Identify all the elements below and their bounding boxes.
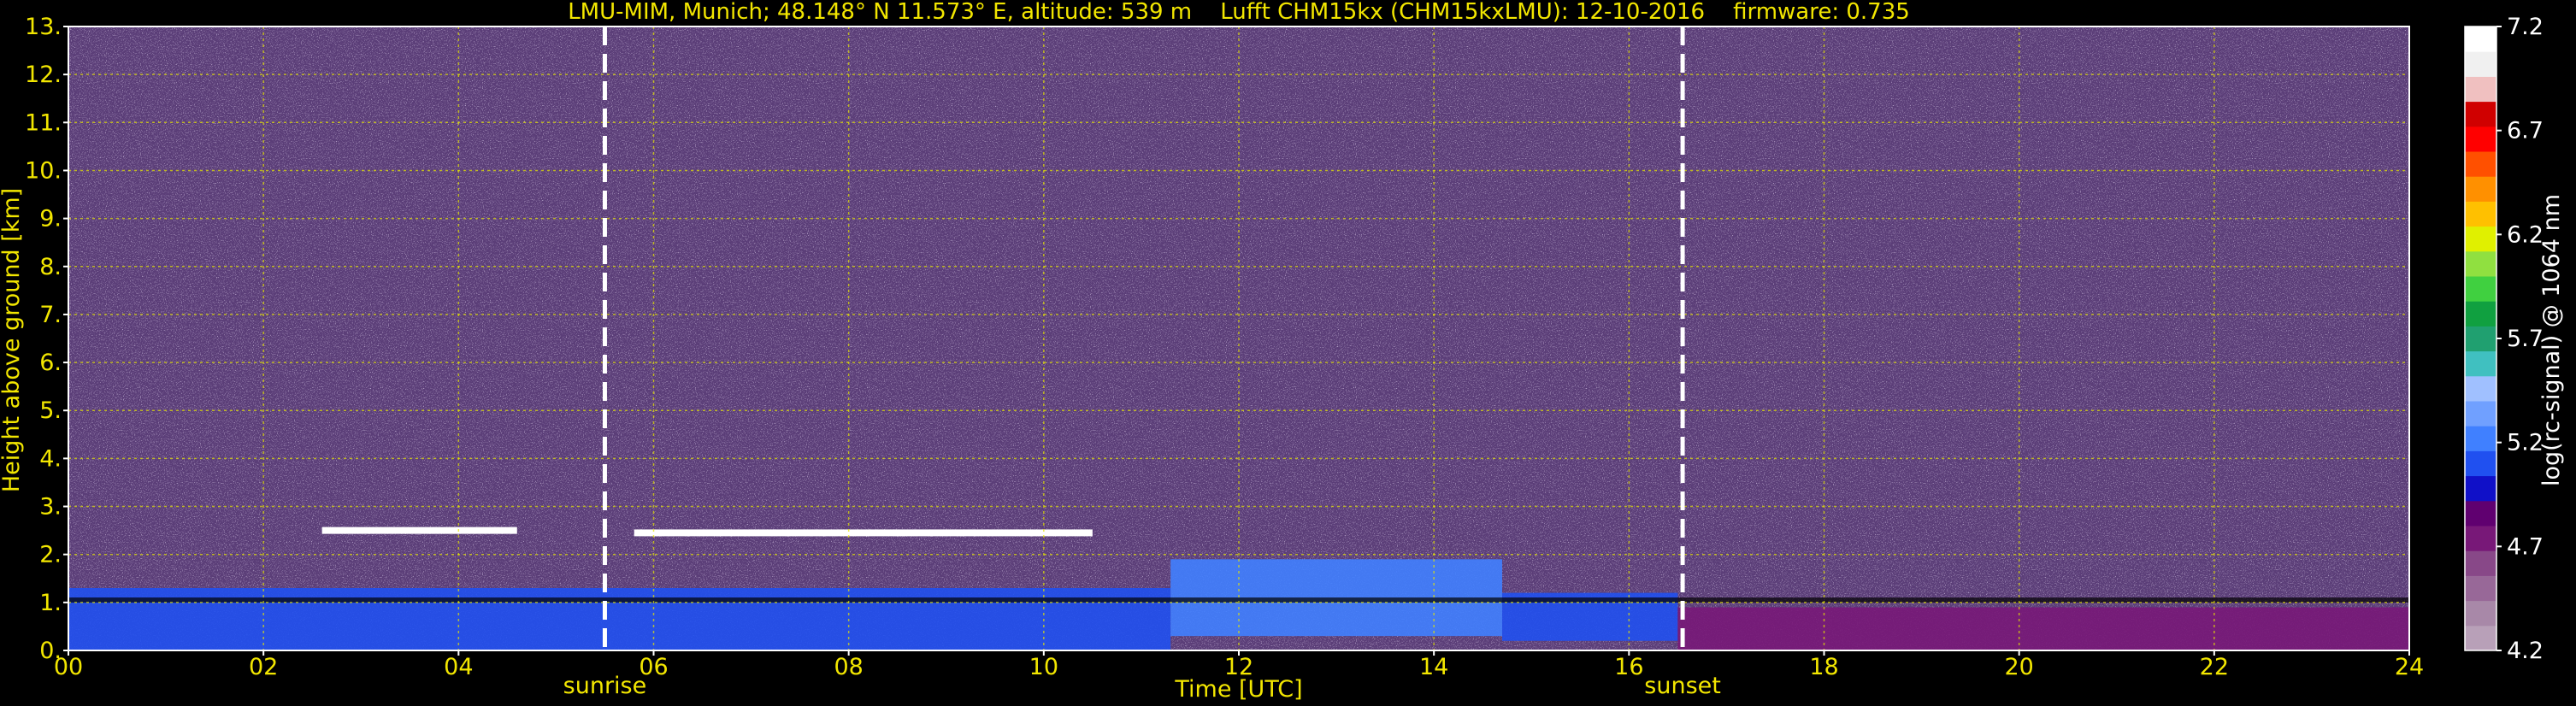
colorbar-segment bbox=[2465, 226, 2496, 252]
sunset-label: sunset bbox=[1644, 673, 1721, 699]
colorbar-segment bbox=[2465, 600, 2496, 627]
x-tick-label: 20 bbox=[2004, 654, 2033, 680]
y-tick-label: 7. bbox=[39, 302, 62, 328]
colorbar-segment bbox=[2465, 625, 2496, 651]
x-tick-label: 18 bbox=[1809, 654, 1838, 680]
x-tick-label: 08 bbox=[834, 654, 863, 680]
sunrise-label: sunrise bbox=[563, 673, 647, 699]
x-axis-label: Time [UTC] bbox=[1174, 676, 1302, 703]
x-tick-label: 24 bbox=[2395, 654, 2424, 680]
x-tick-label: 16 bbox=[1614, 654, 1643, 680]
y-tick-label: 12. bbox=[25, 62, 62, 88]
x-tick-label: 04 bbox=[444, 654, 473, 680]
colorbar-tick-label: 4.7 bbox=[2507, 533, 2544, 560]
colorbar-segment bbox=[2465, 475, 2496, 502]
colorbar-segment bbox=[2465, 375, 2496, 402]
x-tick-label: 22 bbox=[2200, 654, 2229, 680]
y-axis-label: Height above ground [km] bbox=[0, 188, 25, 492]
colorbar-segment bbox=[2465, 250, 2496, 277]
colorbar-segment bbox=[2465, 51, 2496, 77]
colorbar-label: log(rc-signal) @ 1064 nm bbox=[2538, 194, 2565, 486]
colorbar-segment bbox=[2465, 151, 2496, 177]
colorbar-segment bbox=[2465, 101, 2496, 127]
colorbar-segment bbox=[2465, 526, 2496, 551]
colorbar-segment bbox=[2465, 201, 2496, 227]
y-tick-label: 11. bbox=[25, 109, 62, 136]
colorbar-segment bbox=[2465, 176, 2496, 202]
ceilometer-figure: LMU-MIM, Munich; 48.148° N 11.573° E, al… bbox=[0, 0, 2565, 703]
colorbar-segment bbox=[2465, 26, 2496, 52]
cloud-band bbox=[634, 529, 1093, 537]
x-tick-label: 02 bbox=[249, 654, 278, 680]
colorbar-segment bbox=[2465, 426, 2496, 451]
chart-title: LMU-MIM, Munich; 48.148° N 11.573° E, al… bbox=[568, 0, 1910, 25]
y-tick-label: 13. bbox=[25, 14, 62, 40]
colorbar-segment bbox=[2465, 401, 2496, 427]
aerosol-layer bbox=[1677, 607, 2409, 650]
y-tick-label: 8. bbox=[39, 254, 62, 280]
y-axis-ticks: 0. 1. 2. 3. 4. 5. 6. 7. 8. 9. 10. 11. 12. 13. bbox=[25, 14, 68, 664]
y-tick-label: 10. bbox=[25, 157, 62, 184]
y-tick-label: 0. bbox=[39, 638, 62, 664]
y-tick-label: 1. bbox=[39, 590, 62, 616]
colorbar-segment bbox=[2465, 500, 2496, 527]
colorbar-segment bbox=[2465, 126, 2496, 152]
colorbar-segment bbox=[2465, 350, 2496, 377]
y-tick-label: 6. bbox=[39, 350, 62, 376]
plot-area bbox=[68, 26, 2410, 651]
colorbar-segment bbox=[2465, 575, 2496, 602]
colorbar-segment bbox=[2465, 301, 2496, 327]
colorbar-segment bbox=[2465, 276, 2496, 302]
colorbar-segment bbox=[2465, 326, 2496, 352]
aerosol-layer bbox=[68, 588, 1171, 650]
y-tick-label: 9. bbox=[39, 206, 62, 232]
colorbar-segment bbox=[2465, 450, 2496, 477]
colorbar-tick-label: 7.2 bbox=[2507, 14, 2544, 40]
colorbar-segment bbox=[2465, 76, 2496, 103]
y-tick-label: 3. bbox=[39, 494, 62, 521]
colorbar-tick-label: 6.7 bbox=[2507, 118, 2544, 144]
y-tick-label: 2. bbox=[39, 542, 62, 568]
x-tick-label: 10 bbox=[1029, 654, 1058, 680]
colorbar-tick-label: 4.2 bbox=[2507, 638, 2544, 664]
colorbar-segment bbox=[2465, 550, 2496, 576]
y-tick-label: 5. bbox=[39, 397, 62, 424]
colorbar: 4.24.75.25.76.26.77.2 bbox=[2464, 14, 2544, 664]
x-tick-label: 14 bbox=[1419, 654, 1448, 680]
cloud-band bbox=[321, 527, 517, 534]
y-tick-label: 4. bbox=[39, 445, 62, 472]
